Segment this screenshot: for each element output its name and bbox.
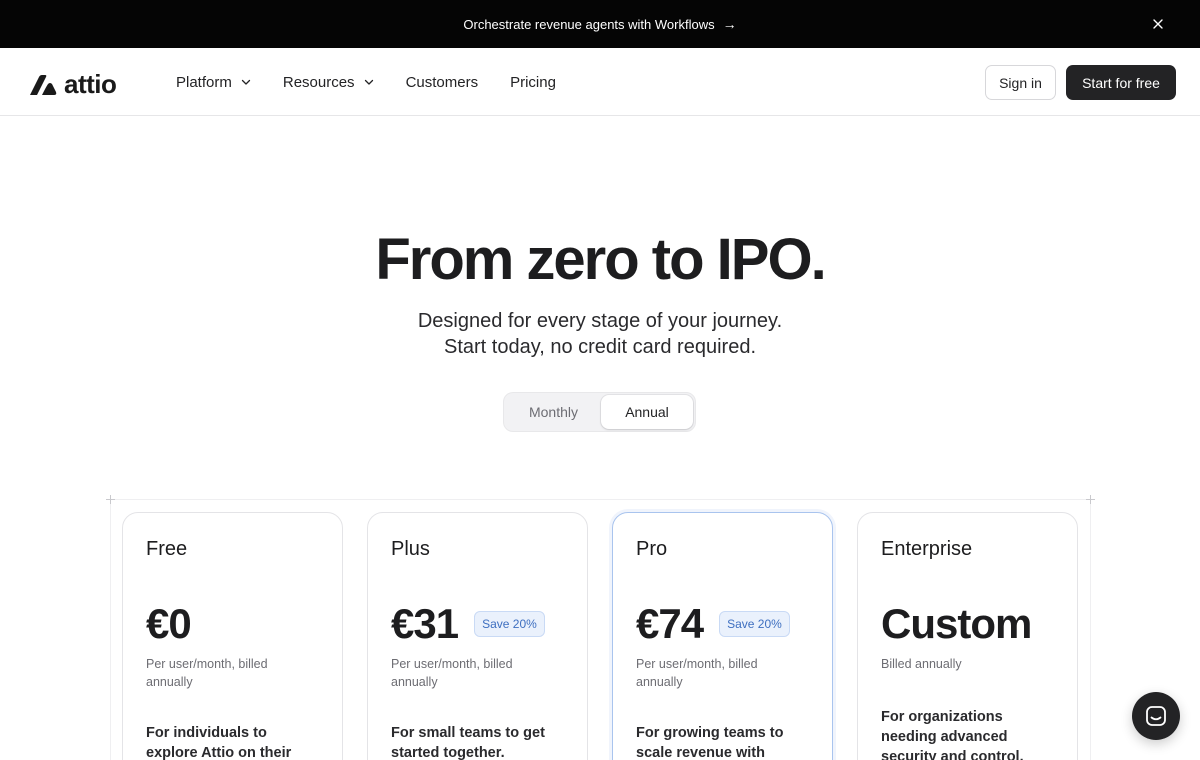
close-icon [1153,19,1163,29]
price-row: €31 Save 20% [391,601,564,647]
nav-item-resources[interactable]: Resources [283,74,374,91]
plan-name: Pro [636,538,668,560]
pricing-frame-top-border [110,499,1090,500]
price-note: Per user/month, billed annually [391,657,513,689]
announcement-bar: Orchestrate revenue agents with Workflow… [0,0,1200,48]
toggle-annual[interactable]: Annual [600,395,693,429]
plan-name: Enterprise [881,538,973,560]
chevron-down-icon [364,79,373,85]
page-title: From zero to IPO. [375,227,826,292]
main-nav: Platform Resources Customers Pricing [176,48,556,116]
nav-label: Pricing [510,73,556,91]
pricing-frame-left-border [110,499,111,760]
price-note: Per user/month, billed annually [636,657,758,689]
attio-logo[interactable]: attio [28,69,117,100]
announcement-link[interactable]: Orchestrate revenue agents with Workflow… [463,16,736,32]
nav-label: Resources [282,73,355,91]
plan-card-enterprise: Enterprise Custom Billed annually For or… [857,512,1078,760]
plan-description: For growing teams to scale revenue with … [636,725,784,760]
nav-item-customers[interactable]: Customers [406,74,479,91]
chat-icon [1146,706,1166,726]
close-announcement-button[interactable] [1148,14,1168,34]
plan-card-pro: Pro €74 Save 20% Per user/month, billed … [612,512,833,760]
site-header: attio Platform Resources Customers Prici… [0,48,1200,116]
attio-logo-icon [30,74,57,95]
price-note: Billed annually [881,657,962,671]
start-for-free-button[interactable]: Start for free [1066,65,1176,100]
price-row: Custom [881,601,1054,647]
nav-item-pricing[interactable]: Pricing [510,74,556,91]
announcement-text: Orchestrate revenue agents with Workflow… [463,16,715,32]
hero-subtitle-line-1: Designed for every stage of your journey… [417,310,783,332]
plan-price: €31 [391,600,459,647]
price-row: €74 Save 20% [636,601,809,647]
price-note: Per user/month, billed annually [146,657,268,689]
hero-subtitle-line-2: Start today, no credit card required. [443,336,756,358]
save-badge: Save 20% [474,611,545,637]
brand-name: attio [64,69,117,99]
plan-price: €0 [146,600,192,647]
chevron-down-icon [241,79,251,85]
plan-card-free: Free €0 Per user/month, billed annually … [122,512,343,760]
save-badge: Save 20% [719,611,790,637]
arrow-right-icon: → [722,16,737,32]
plan-price: €74 [636,600,704,647]
chat-launcher-button[interactable] [1132,692,1180,740]
plan-description: For organizations needing advanced secur… [881,709,1024,760]
nav-label: Platform [176,73,232,91]
billing-period-toggle: Monthly Annual [503,392,696,432]
plan-description: For small teams to get started together. [391,725,545,760]
nav-item-platform[interactable]: Platform [176,74,251,91]
plan-price: Custom [881,600,1032,647]
toggle-monthly[interactable]: Monthly [506,395,601,429]
plan-card-plus: Plus €31 Save 20% Per user/month, billed… [367,512,588,760]
price-row: €0 [146,601,319,647]
plan-description: For individuals to explore Attio on thei… [146,725,292,760]
plus-icon [1086,495,1095,504]
nav-label: Customers [405,73,479,91]
plan-name: Plus [391,538,430,560]
plan-name: Free [146,538,188,560]
pricing-frame-right-border [1090,499,1091,760]
hero-subtitle: Designed for every stage of your journey… [0,308,1200,360]
sign-in-button[interactable]: Sign in [985,65,1056,100]
plus-icon [106,495,115,504]
